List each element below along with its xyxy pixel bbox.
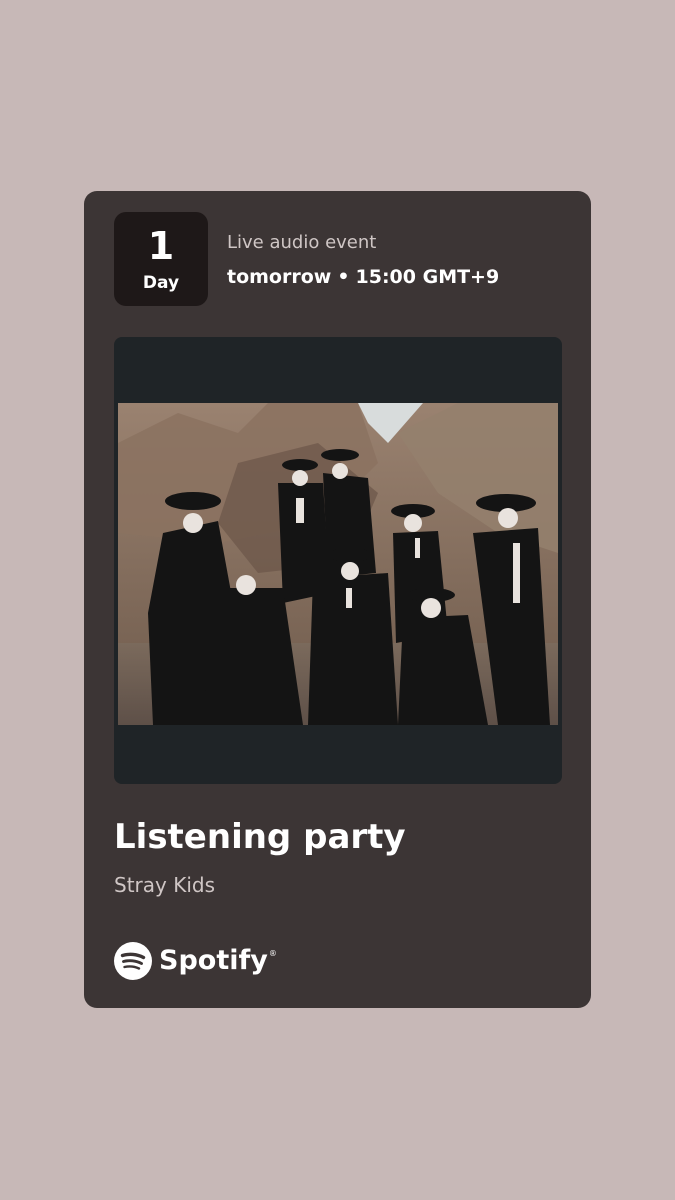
event-card[interactable]: 1 Day Live audio event tomorrow • 15:00 GM…	[84, 191, 591, 1008]
event-time: 15:00 GMT+9	[355, 266, 500, 288]
trademark-mark: ®	[268, 949, 277, 958]
countdown-unit: Day	[142, 273, 180, 293]
countdown-badge: 1 Day	[114, 212, 208, 306]
event-title: Listening party	[114, 817, 406, 857]
spotify-logo-icon	[114, 942, 152, 980]
event-day: tomorrow	[227, 266, 332, 288]
brand-name: Spotify	[159, 945, 268, 976]
event-artwork[interactable]	[114, 337, 562, 784]
separator-dot: •	[337, 266, 350, 288]
spotify-brand: Spotify ®	[114, 941, 277, 981]
event-schedule: tomorrow • 15:00 GMT+9	[227, 264, 499, 290]
event-type-label: Live audio event	[227, 232, 377, 253]
artist-name[interactable]: Stray Kids	[114, 872, 215, 898]
group-photo-image	[118, 403, 558, 725]
countdown-number: 1	[147, 224, 175, 268]
